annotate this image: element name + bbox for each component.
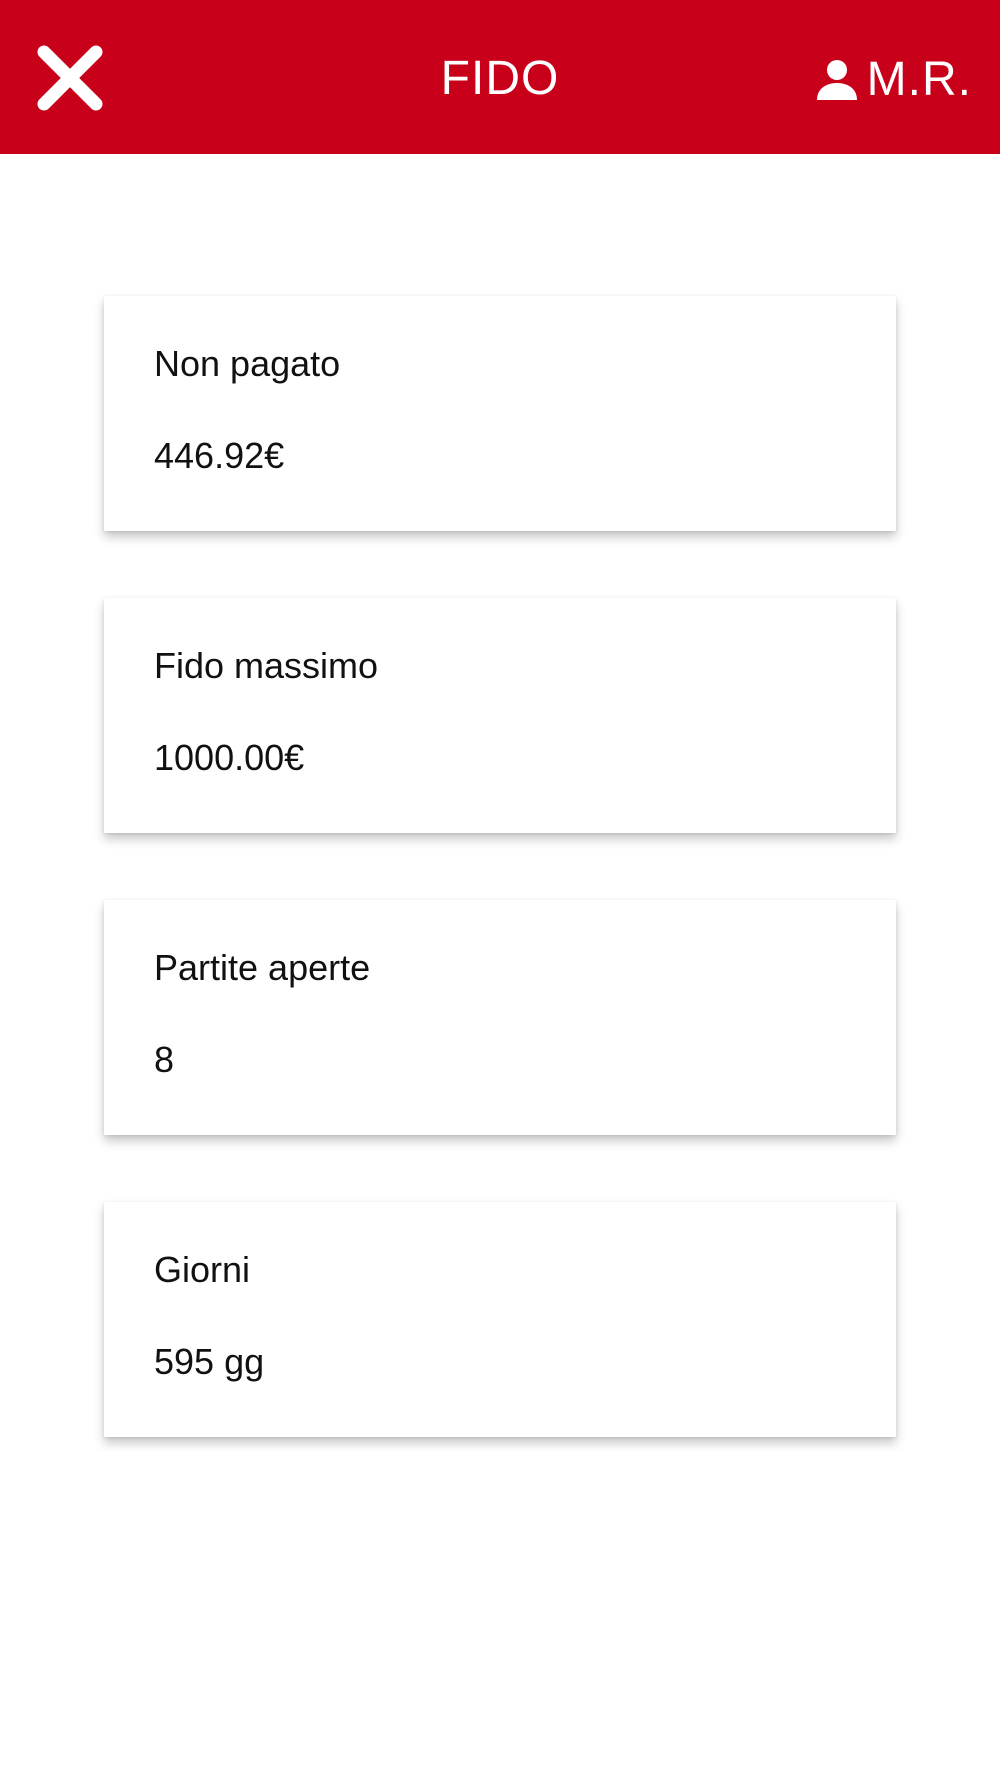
card-value: 446.92€ [154,435,285,476]
card-partite-aperte: Partite aperte 8 [104,900,896,1135]
card-label: Fido massimo [154,645,379,686]
card-label: Partite aperte [154,947,371,988]
card-value: 1000.00€ [154,737,305,778]
top-bar: FIDO M.R. [0,0,1000,154]
app-screen: FIDO M.R. Non pagato 446.92€ Fido massim… [0,0,1000,1778]
card-value: 595 gg [154,1341,265,1382]
close-button[interactable] [34,42,106,114]
card-label: Giorni [154,1249,251,1290]
user-account-button[interactable]: M.R. [815,52,972,108]
user-icon [816,60,857,100]
user-initials: M.R. [866,53,972,106]
card-value: 8 [154,1039,175,1080]
card-label: Non pagato [154,343,341,384]
card-giorni: Giorni 595 gg [104,1202,896,1437]
credit-info-list: Non pagato 446.92€ Fido massimo 1000.00€… [104,296,896,1504]
card-non-pagato: Non pagato 446.92€ [104,296,896,531]
card-fido-massimo: Fido massimo 1000.00€ [104,598,896,833]
close-icon [37,45,103,111]
